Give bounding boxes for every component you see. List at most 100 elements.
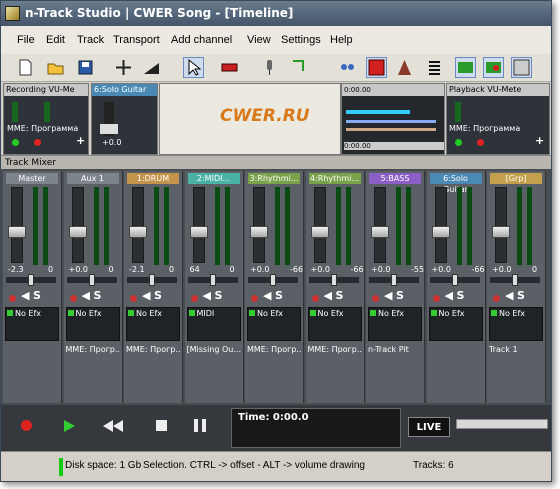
volume-fader[interactable]: [431, 187, 450, 263]
menu-edit[interactable]: Edit: [46, 34, 65, 46]
output-device[interactable]: MME: Прогр...: [66, 345, 120, 354]
solo-icon[interactable]: S: [33, 289, 41, 302]
pause-button-bar[interactable]: [202, 419, 206, 432]
play-icon[interactable]: [61, 418, 77, 434]
speaker-icon[interactable]: ◀: [445, 289, 453, 302]
mute-dot[interactable]: [493, 295, 500, 302]
volume-fader[interactable]: [371, 187, 389, 263]
fader-knob[interactable]: [492, 226, 510, 238]
output-device[interactable]: MME: Прогр...: [308, 345, 362, 354]
add-icon[interactable]: +: [535, 134, 544, 147]
pan-slider[interactable]: [369, 274, 419, 286]
fader-knob[interactable]: [310, 226, 329, 238]
efx-slot[interactable]: No Efx: [307, 307, 362, 341]
speaker-icon[interactable]: ◀: [324, 289, 332, 302]
pan-knob[interactable]: [88, 274, 95, 286]
list-button[interactable]: [424, 57, 445, 78]
solo-icon[interactable]: S: [154, 289, 162, 302]
record-setup-button[interactable]: [366, 57, 387, 78]
stop-button[interactable]: [156, 420, 167, 431]
fader-knob[interactable]: [431, 226, 450, 238]
record-mix-button[interactable]: [483, 57, 504, 78]
menu-add-channel[interactable]: Add channel: [171, 34, 232, 46]
output-device[interactable]: MME: Прогр...: [126, 345, 180, 354]
mute-dot[interactable]: [9, 295, 16, 302]
pan-slider[interactable]: [66, 274, 117, 286]
volume-fader[interactable]: [310, 187, 329, 263]
efx-slot[interactable]: No Efx: [368, 307, 422, 341]
output-device[interactable]: n-Track Pit: [368, 345, 422, 354]
efx-slot[interactable]: No Efx: [428, 307, 483, 341]
efx-slot[interactable]: No Efx: [247, 307, 301, 341]
pan-slider[interactable]: [308, 274, 359, 286]
efx-slot[interactable]: No Efx: [126, 307, 180, 341]
speaker-icon[interactable]: ◀: [21, 289, 29, 302]
move-tool-button[interactable]: [113, 57, 134, 78]
pan-knob[interactable]: [391, 274, 397, 286]
solo-icon[interactable]: S: [275, 289, 283, 302]
add-icon[interactable]: +: [76, 134, 85, 147]
solo-icon[interactable]: S: [215, 289, 223, 302]
speaker-icon[interactable]: ◀: [142, 289, 150, 302]
output-device[interactable]: [Missing Ou...: [187, 345, 241, 354]
rec-arm-green[interactable]: [12, 139, 19, 146]
mute-dot[interactable]: [251, 295, 258, 302]
volume-fader[interactable]: [492, 187, 510, 263]
fader-knob[interactable]: [250, 226, 268, 238]
select-tool-button[interactable]: [183, 57, 204, 78]
speaker-icon[interactable]: ◀: [203, 289, 211, 302]
output-device[interactable]: Track 1: [489, 345, 543, 354]
volume-tool-button[interactable]: [141, 57, 162, 78]
output-device[interactable]: [5, 345, 59, 354]
menu-transport[interactable]: Transport: [113, 34, 160, 46]
pan-knob[interactable]: [451, 274, 458, 286]
speaker-icon[interactable]: ◀: [384, 289, 392, 302]
pan-knob[interactable]: [270, 274, 276, 286]
pan-slider[interactable]: [6, 274, 56, 286]
mute-dot[interactable]: [69, 295, 77, 302]
mute-dot[interactable]: [432, 295, 440, 302]
volume-fader[interactable]: [8, 187, 26, 263]
solo-icon[interactable]: S: [336, 289, 344, 302]
pan-slider[interactable]: [248, 274, 298, 286]
solo-icon[interactable]: S: [396, 289, 404, 302]
pan-knob[interactable]: [209, 274, 216, 286]
efx-slot[interactable]: No Efx: [65, 307, 120, 341]
tuner-button[interactable]: [394, 57, 415, 78]
new-file-button[interactable]: [15, 57, 36, 78]
rec-arm-red[interactable]: [34, 139, 41, 146]
solo-icon[interactable]: S: [517, 289, 525, 302]
fader-knob[interactable]: [371, 226, 389, 238]
menu-view[interactable]: View: [247, 34, 271, 46]
menu-help[interactable]: Help: [330, 34, 353, 46]
save-button[interactable]: [75, 57, 96, 78]
volume-fader[interactable]: [250, 187, 268, 263]
menu-settings[interactable]: Settings: [281, 34, 321, 46]
pan-knob[interactable]: [28, 274, 34, 286]
solo-icon[interactable]: S: [457, 289, 465, 302]
output-device[interactable]: MME: Прогр...: [247, 345, 301, 354]
volume-fader[interactable]: [189, 187, 208, 263]
pause-button[interactable]: [194, 419, 198, 432]
fader-knob[interactable]: [129, 226, 147, 238]
rewind-icon[interactable]: [101, 418, 125, 434]
plugin-button[interactable]: [337, 57, 358, 78]
export-button[interactable]: [455, 57, 476, 78]
mute-dot[interactable]: [311, 295, 319, 302]
pan-knob[interactable]: [512, 274, 518, 286]
fader-knob[interactable]: [189, 226, 208, 238]
mute-dot[interactable]: [372, 295, 379, 302]
fader-knob[interactable]: [8, 226, 26, 238]
efx-slot[interactable]: No Efx: [5, 307, 59, 341]
record-button[interactable]: [21, 420, 32, 431]
fader-knob[interactable]: [68, 226, 87, 238]
position-slider[interactable]: [456, 419, 548, 429]
pan-slider[interactable]: [490, 274, 540, 286]
zoom-tool-button[interactable]: [289, 57, 310, 78]
open-file-button[interactable]: [45, 57, 66, 78]
pan-slider[interactable]: [127, 274, 177, 286]
solo-guitar-tab[interactable]: 6:Solo Guitar: [92, 84, 157, 96]
mute-dot[interactable]: [130, 295, 137, 302]
volume-fader[interactable]: [68, 187, 87, 263]
efx-slot[interactable]: No Efx: [489, 307, 543, 341]
